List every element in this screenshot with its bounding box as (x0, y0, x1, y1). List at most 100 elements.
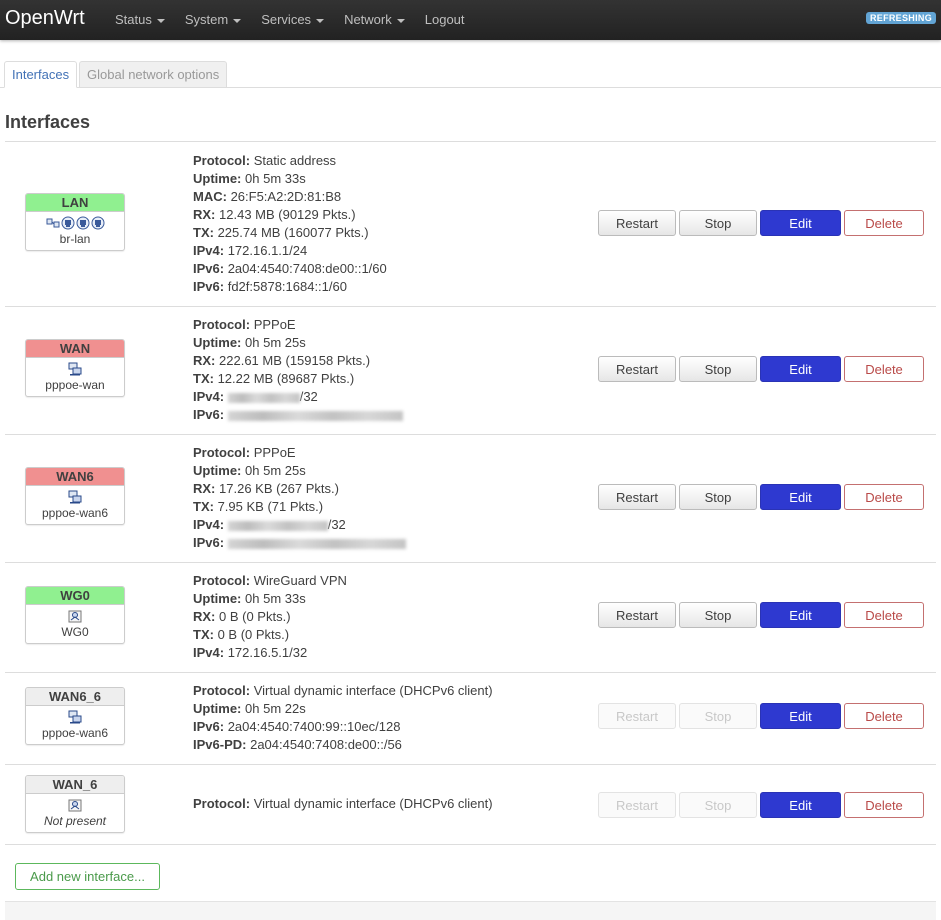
status-line: IPv6: (193, 534, 406, 552)
restart-button[interactable]: Restart (598, 210, 676, 236)
edit-button[interactable]: Edit (760, 602, 841, 628)
status-label: Protocol: (193, 153, 251, 168)
status-line: IPv4: /32 (193, 388, 403, 406)
status-line: RX: 17.26 KB (267 Pkts.) (193, 480, 406, 498)
restart-button[interactable]: Restart (598, 792, 676, 818)
status-label: TX: (193, 225, 214, 240)
status-label: MAC: (193, 189, 227, 204)
interface-row: WAN6_6 pppoe-wan6 Protocol: Virtual dynami… (5, 672, 936, 765)
stop-button[interactable]: Stop (679, 602, 757, 628)
edit-button[interactable]: Edit (760, 484, 841, 510)
status-value: Static address (253, 153, 337, 168)
restart-button[interactable]: Restart (598, 356, 676, 382)
menu-network[interactable]: Network (334, 0, 415, 40)
menu-logout[interactable]: Logout (415, 0, 475, 40)
redacted-address (227, 392, 300, 403)
status-value: 0h 5m 25s (245, 335, 306, 350)
delete-button[interactable]: Delete (844, 356, 924, 382)
interface-status-info: Protocol: Virtual dynamic interface (DHC… (193, 795, 493, 813)
status-label: IPv4: (193, 517, 225, 532)
status-value: Virtual dynamic interface (DHCPv6 client… (253, 683, 493, 698)
interface-name: WAN6_6 (26, 688, 124, 706)
menu-network-label: Network (344, 12, 392, 27)
status-value: 0h 5m 22s (245, 701, 306, 716)
bridge-icon (46, 216, 60, 230)
restart-button[interactable]: Restart (598, 602, 676, 628)
status-line: TX: 12.22 MB (89687 Pkts.) (193, 370, 403, 388)
add-interface-button[interactable]: Add new interface... (15, 863, 160, 890)
menu-system[interactable]: System (175, 0, 251, 40)
delete-button[interactable]: Delete (844, 602, 924, 628)
edit-button[interactable]: Edit (760, 356, 841, 382)
stop-button[interactable]: Stop (679, 703, 757, 729)
interface-name: LAN (26, 194, 124, 212)
edit-button[interactable]: Edit (760, 703, 841, 729)
status-line: Protocol: Virtual dynamic interface (DHC… (193, 682, 493, 700)
tunnel-icon (68, 609, 82, 623)
stop-button[interactable]: Stop (679, 792, 757, 818)
status-value: 0h 5m 33s (245, 591, 306, 606)
status-value: 0 B (0 Pkts.) (219, 609, 291, 624)
delete-button[interactable]: Delete (844, 210, 924, 236)
ethernet-port-icon (61, 216, 75, 230)
status-label: TX: (193, 627, 214, 642)
interface-actions: Restart Stop Edit Delete (598, 703, 924, 729)
edit-button[interactable]: Edit (760, 210, 841, 236)
interface-badge-body: pppoe-wan6 (26, 486, 124, 524)
interface-device-icons (26, 608, 124, 624)
status-label: IPv4: (193, 243, 225, 258)
refreshing-badge[interactable]: REFRESHING (865, 12, 936, 24)
delete-button[interactable]: Delete (844, 703, 924, 729)
status-label: IPv6: (193, 535, 225, 550)
interface-row: WAN pppoe-wan Protocol: PPPoE Uptime: 0h 5m… (5, 306, 936, 435)
status-line: IPv6-PD: 2a04:4540:7408:de00::/56 (193, 736, 493, 754)
status-value: 2a04:4540:7400:99::10ec/128 (227, 719, 401, 734)
ethernet-port-icon (91, 216, 105, 230)
interface-status-info: Protocol: Static address Uptime: 0h 5m 33… (193, 152, 387, 296)
status-label: IPv6: (193, 719, 225, 734)
status-label: TX: (193, 499, 214, 514)
status-line: Protocol: Static address (193, 152, 387, 170)
status-value: 0h 5m 25s (245, 463, 306, 478)
caret-down-icon (233, 18, 242, 23)
interface-actions: Restart Stop Edit Delete (598, 602, 924, 628)
tab-interfaces[interactable]: Interfaces (4, 61, 78, 88)
interface-device-name: WG0 (61, 625, 89, 639)
menu-status[interactable]: Status (105, 0, 175, 40)
menu-services-label: Services (261, 12, 312, 27)
status-value: /32 (299, 389, 318, 404)
status-label: Uptime: (193, 463, 242, 478)
tab-global-network-options[interactable]: Global network options (79, 61, 228, 88)
menu-services[interactable]: Services (251, 0, 334, 40)
status-line: IPv6: 2a04:4540:7400:99::10ec/128 (193, 718, 493, 736)
interface-status-info: Protocol: Virtual dynamic interface (DHC… (193, 682, 493, 754)
interface-device-name: pppoe-wan6 (41, 506, 109, 520)
stop-button[interactable]: Stop (679, 210, 757, 236)
interface-device-icons (26, 361, 124, 377)
status-line: RX: 12.43 MB (90129 Pkts.) (193, 206, 387, 224)
status-label: IPv4: (193, 645, 225, 660)
interface-badge: LAN br-lan (25, 193, 125, 251)
interface-badge: WAN_6 Not present (25, 775, 125, 833)
restart-button[interactable]: Restart (598, 703, 676, 729)
status-label: Protocol: (193, 683, 251, 698)
interface-actions: Restart Stop Edit Delete (598, 484, 924, 510)
status-line: IPv4: /32 (193, 516, 406, 534)
delete-button[interactable]: Delete (844, 792, 924, 818)
status-line: TX: 0 B (0 Pkts.) (193, 626, 347, 644)
status-label: Uptime: (193, 591, 242, 606)
status-value: 222.61 MB (159158 Pkts.) (219, 353, 371, 368)
stop-button[interactable]: Stop (679, 356, 757, 382)
interface-row: WG0 WG0 Protocol: WireGuard VPN Uptime: 0h … (5, 562, 936, 673)
edit-button[interactable]: Edit (760, 792, 841, 818)
interface-badge-body: pppoe-wan (26, 358, 124, 396)
restart-button[interactable]: Restart (598, 484, 676, 510)
status-label: RX: (193, 609, 216, 624)
interface-device-name: br-lan (59, 232, 91, 246)
delete-button[interactable]: Delete (844, 484, 924, 510)
tunnel-icon (68, 798, 82, 812)
status-value: 2a04:4540:7408:de00::1/60 (227, 261, 387, 276)
brand-logo[interactable]: OpenWrt (5, 7, 85, 30)
stop-button[interactable]: Stop (679, 484, 757, 510)
ethernet-port-icon (76, 216, 90, 230)
